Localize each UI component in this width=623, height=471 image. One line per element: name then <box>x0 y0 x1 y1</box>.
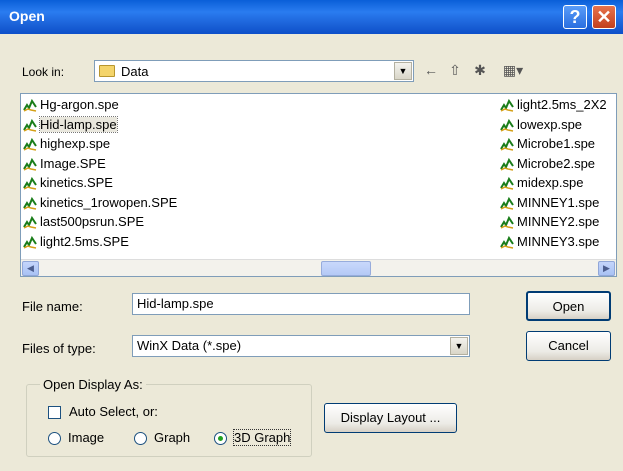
list-item[interactable]: Hid-lamp.spe <box>21 115 118 134</box>
list-item[interactable]: Microbe1.spe <box>498 135 595 153</box>
title-bar[interactable]: Open ? ✕ <box>0 0 623 34</box>
new-folder-icon[interactable]: ✱ <box>471 61 489 79</box>
cancel-button[interactable]: Cancel <box>526 331 611 361</box>
file-name-label: MINNEY1.spe <box>517 194 600 210</box>
list-item[interactable]: kinetics.SPE <box>21 174 113 192</box>
up-folder-icon[interactable]: ⇧ <box>446 61 464 79</box>
list-item[interactable]: lowexp.spe <box>498 116 582 134</box>
radio-image-label: Image <box>68 430 105 445</box>
file-name-label: last500psrun.SPE <box>40 214 145 229</box>
radio-graph[interactable] <box>134 432 147 445</box>
open-button[interactable]: Open <box>526 291 611 321</box>
filetype-select[interactable]: WinX Data (*.spe) ▼ <box>132 335 470 357</box>
spe-file-icon <box>23 176 37 190</box>
spe-file-icon <box>23 98 37 112</box>
list-item[interactable]: light2.5ms_2X2 <box>498 96 607 114</box>
back-arrow-icon[interactable]: ← <box>422 61 440 79</box>
auto-select-checkbox[interactable] <box>48 406 61 419</box>
file-name-label: Microbe2.spe <box>517 155 596 171</box>
scroll-left-arrow-icon[interactable]: ◀ <box>22 261 39 276</box>
spe-file-icon <box>23 235 37 249</box>
spe-file-icon <box>500 98 514 112</box>
list-item[interactable]: Image.SPE <box>21 155 106 173</box>
spe-file-icon <box>500 196 514 210</box>
open-dialog: Open ? ✕ Look in: Data ▼ ← ⇧ ✱ ▦▾ Hg-arg… <box>0 0 623 471</box>
radio-image[interactable] <box>48 432 61 445</box>
file-name-label: lowexp.spe <box>517 116 583 132</box>
chevron-down-icon[interactable]: ▼ <box>394 62 412 80</box>
file-name-label: highexp.spe <box>40 136 111 151</box>
spe-file-icon <box>23 118 37 132</box>
chevron-down-icon[interactable]: ▼ <box>450 337 468 355</box>
list-item[interactable]: MINNEY1.spe <box>498 194 599 212</box>
spe-file-icon <box>23 215 37 229</box>
file-name-label: light2.5ms_2X2 <box>517 97 607 112</box>
folder-icon <box>99 65 115 77</box>
file-name-label: kinetics_1rowopen.SPE <box>40 194 178 210</box>
spe-file-icon <box>500 137 514 151</box>
spe-file-icon <box>500 157 514 171</box>
spe-file-icon <box>23 157 37 171</box>
radio-3d-graph[interactable] <box>214 432 227 445</box>
file-name-label: light2.5ms.SPE <box>40 233 129 249</box>
file-name-label: MINNEY3.spe <box>517 233 600 249</box>
lookin-label-text: Look in: <box>22 65 65 79</box>
list-item[interactable]: Hg-argon.spe <box>21 96 119 114</box>
file-name-label: MINNEY2.spe <box>517 214 600 229</box>
file-name-label: Microbe1.spe <box>517 136 596 151</box>
list-item[interactable]: Microbe2.spe <box>498 155 595 173</box>
radio-3d-graph-label: 3D Graph <box>232 429 292 446</box>
lookin-label: Look in: <box>22 65 64 79</box>
file-name-label: Image.SPE <box>40 155 106 171</box>
list-item[interactable]: light2.5ms.SPE <box>21 233 129 251</box>
list-item[interactable]: kinetics_1rowopen.SPE <box>21 194 177 212</box>
filetype-label: Files of type: <box>22 341 96 356</box>
lookin-value: Data <box>121 64 149 79</box>
spe-file-icon <box>23 137 37 151</box>
filename-input[interactable]: Hid-lamp.spe <box>132 293 470 315</box>
window-title: Open <box>9 8 45 24</box>
spe-file-icon <box>23 196 37 210</box>
spe-file-icon <box>500 176 514 190</box>
list-item[interactable]: MINNEY2.spe <box>498 213 599 231</box>
display-layout-button[interactable]: Display Layout ... <box>324 403 457 433</box>
file-list[interactable]: Hg-argon.spe Hid-lamp.spe highexp.spe Image… <box>20 93 617 277</box>
list-item[interactable]: highexp.spe <box>21 135 110 153</box>
horizontal-scrollbar[interactable]: ◀ ▶ <box>21 259 616 276</box>
scroll-right-arrow-icon[interactable]: ▶ <box>598 261 615 276</box>
file-name-label: Hid-lamp.spe <box>39 115 118 133</box>
display-as-title: Open Display As: <box>40 377 146 392</box>
spe-file-icon <box>500 118 514 132</box>
radio-graph-label: Graph <box>154 430 191 445</box>
file-name-label: Hg-argon.spe <box>40 97 119 112</box>
spe-file-icon <box>500 215 514 229</box>
help-button[interactable]: ? <box>563 5 587 29</box>
spe-file-icon <box>500 235 514 249</box>
file-name-label: kinetics.SPE <box>40 175 113 190</box>
scroll-thumb[interactable] <box>321 261 371 276</box>
auto-select-label: Auto Select, or: <box>69 404 158 419</box>
filename-label: File name: <box>22 299 83 314</box>
view-menu-icon[interactable]: ▦▾ <box>500 61 526 79</box>
display-as-group <box>26 384 312 457</box>
close-button[interactable]: ✕ <box>592 5 616 29</box>
list-item[interactable]: last500psrun.SPE <box>21 213 144 231</box>
filetype-value: WinX Data (*.spe) <box>137 338 242 353</box>
list-item[interactable]: midexp.spe <box>498 174 583 192</box>
file-name-label: midexp.spe <box>517 175 584 190</box>
lookin-combo[interactable]: Data ▼ <box>94 60 414 82</box>
list-item[interactable]: MINNEY3.spe <box>498 233 599 251</box>
